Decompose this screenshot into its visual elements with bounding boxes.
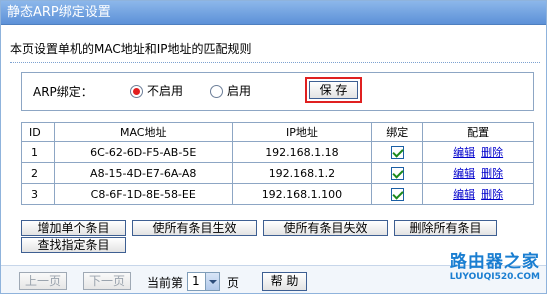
table-row: 3 C8-6F-1D-8E-58-EE 192.168.1.100 编辑 删除: [21, 183, 534, 205]
page-title: 静态ARP绑定设置: [1, 1, 546, 25]
row-mac: A8-15-4D-E7-6A-A8: [53, 162, 233, 184]
radio-enable[interactable]: 启用: [210, 83, 251, 99]
save-button-highlight: 保 存: [305, 77, 362, 103]
row-ip: 192.168.1.18: [231, 141, 373, 163]
bind-checkbox[interactable]: [390, 187, 404, 201]
watermark-logo: 路由器之家 LUYOUQI520.COM: [450, 254, 540, 282]
enable-all-button[interactable]: 使所有条目生效: [132, 220, 257, 236]
row-mac: C8-6F-1D-8E-58-EE: [53, 183, 233, 205]
edit-link[interactable]: 编辑: [453, 167, 475, 180]
row-ip: 192.168.1.2: [231, 162, 373, 184]
delete-link[interactable]: 删除: [481, 167, 503, 180]
intro-text: 本页设置单机的MAC地址和IP地址的匹配规则: [10, 42, 252, 56]
next-page-button[interactable]: 下一页: [83, 272, 131, 290]
page-select[interactable]: 1: [187, 272, 220, 291]
help-button[interactable]: 帮 助: [262, 272, 307, 291]
table-header-row: ID MAC地址 IP地址 绑定 配置: [21, 122, 534, 142]
table-row: 1 6C-62-6D-F5-AB-5E 192.168.1.18 编辑 删除: [21, 141, 534, 163]
add-entry-button[interactable]: 增加单个条目: [21, 220, 126, 236]
find-entry-button[interactable]: 查找指定条目: [21, 237, 126, 253]
column-header-ip: IP地址: [231, 122, 373, 142]
row-bind-cell: [371, 183, 424, 205]
current-page-label: 当前第: [147, 276, 184, 290]
chevron-down-icon[interactable]: [205, 273, 219, 290]
row-config-cell: 编辑 删除: [422, 141, 534, 163]
row-ip: 192.168.1.100: [231, 183, 373, 205]
edit-link[interactable]: 编辑: [453, 146, 475, 159]
delete-link[interactable]: 删除: [481, 188, 503, 201]
row-bind-cell: [371, 162, 424, 184]
row-bind-cell: [371, 141, 424, 163]
disable-all-button[interactable]: 使所有条目失效: [263, 220, 388, 236]
column-header-config: 配置: [422, 122, 534, 142]
row-mac: 6C-62-6D-F5-AB-5E: [53, 141, 233, 163]
arp-table: ID MAC地址 IP地址 绑定 配置 1 6C-62-6D-F5-AB-5E …: [21, 122, 534, 205]
save-button[interactable]: 保 存: [309, 81, 358, 99]
delete-all-button[interactable]: 删除所有条目: [394, 220, 497, 236]
row-config-cell: 编辑 删除: [422, 162, 534, 184]
bind-checkbox[interactable]: [390, 145, 404, 159]
radio-disable-label: 不启用: [147, 84, 184, 98]
bind-checkbox[interactable]: [390, 166, 404, 180]
arp-binding-label: ARP绑定：: [33, 85, 93, 99]
radio-enable-dot[interactable]: [210, 84, 223, 98]
arp-binding-box: ARP绑定： 不启用 启用 保 存: [21, 72, 534, 111]
row-id: 3: [21, 183, 55, 205]
radio-enable-label: 启用: [227, 84, 252, 98]
delete-link[interactable]: 删除: [481, 146, 503, 159]
arp-settings-panel: 静态ARP绑定设置 本页设置单机的MAC地址和IP地址的匹配规则 ARP绑定： …: [0, 0, 547, 294]
column-header-bind: 绑定: [371, 122, 424, 142]
watermark-url: LUYOUQI520.COM: [449, 272, 540, 282]
radio-disable[interactable]: 不启用: [130, 83, 183, 99]
page-select-value: 1: [192, 274, 200, 288]
row-config-cell: 编辑 删除: [422, 183, 534, 205]
edit-link[interactable]: 编辑: [453, 188, 475, 201]
radio-disable-dot[interactable]: [130, 84, 143, 98]
column-header-id: ID: [21, 122, 55, 142]
divider: [10, 62, 540, 63]
page-suffix-label: 页: [227, 276, 240, 290]
table-row: 2 A8-15-4D-E7-6A-A8 192.168.1.2 编辑 删除: [21, 162, 534, 184]
row-id: 1: [21, 141, 55, 163]
column-header-mac: MAC地址: [53, 122, 233, 142]
watermark-text: 路由器之家: [449, 252, 540, 272]
prev-page-button[interactable]: 上一页: [19, 272, 67, 290]
row-id: 2: [21, 162, 55, 184]
